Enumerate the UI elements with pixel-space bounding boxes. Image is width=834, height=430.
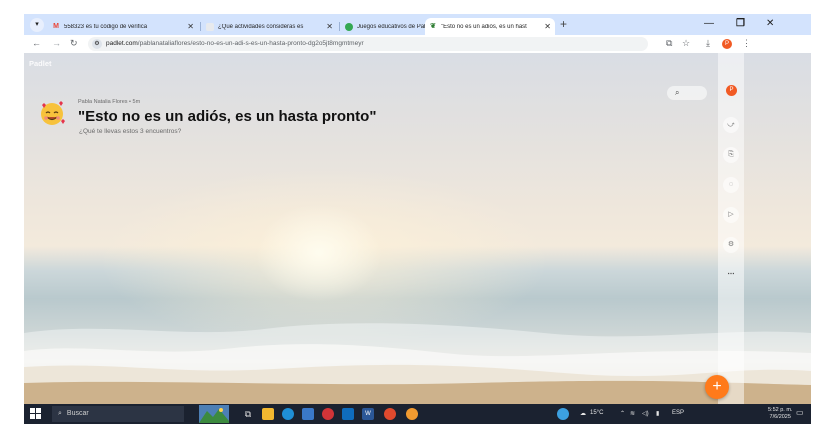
tab-title: "Esto no es un adiós, es un hast [441, 23, 527, 30]
add-post-button[interactable]: + [705, 375, 729, 399]
restore-icon[interactable]: ❐ [736, 18, 745, 29]
battery-icon[interactable]: ▮ [656, 410, 659, 417]
site-info-icon[interactable]: ⚙ [92, 39, 102, 49]
minimize-icon[interactable]: — [704, 18, 714, 29]
input-language[interactable]: ESP [672, 410, 684, 416]
mail-icon[interactable] [342, 408, 354, 420]
tab-gmail[interactable]: M 558323 es tu código de verifica ✕ [48, 18, 198, 35]
back-icon[interactable]: ← [32, 38, 41, 48]
board-search-button[interactable]: ⌕ [667, 86, 707, 100]
ocean-waves-background [24, 323, 811, 404]
forward-icon[interactable]: → [52, 38, 61, 48]
search-placeholder: Buscar [66, 410, 89, 417]
more-icon[interactable]: ⋯ [723, 267, 739, 283]
new-tab-button[interactable]: + [560, 18, 567, 30]
padlet-logo[interactable]: Padlet [29, 59, 52, 68]
close-tab-icon[interactable]: ✕ [544, 22, 551, 31]
tab-strip: ▾ M 558323 es tu código de verifica ✕ ¿Q… [24, 14, 811, 35]
document-icon [206, 22, 214, 31]
app-tray-icon[interactable] [557, 408, 569, 420]
smiling-face-hearts-avatar [41, 101, 65, 125]
url-path: /pablanataliaflores/esto-no-es-un-adi-s-… [137, 40, 364, 47]
volume-icon[interactable]: ◁) [642, 410, 649, 417]
circle-green-icon [345, 22, 353, 31]
tab-forms[interactable]: ¿Qué actividades consideras es ✕ [202, 18, 337, 35]
close-window-icon[interactable]: ✕ [766, 18, 774, 29]
close-tab-icon[interactable]: ✕ [187, 22, 194, 31]
menu-kebab-icon[interactable]: ⋮ [742, 38, 751, 49]
board-title: "Esto no es un adiós, es un hasta pronto… [78, 108, 377, 125]
padlet-icon: ❦ [430, 22, 436, 30]
tray-chevron-icon[interactable]: ⌃ [620, 410, 625, 417]
download-icon[interactable]: ⤓ [706, 38, 710, 49]
chrome-icon[interactable] [384, 408, 396, 420]
search-icon: ⌕ [675, 88, 680, 97]
padlet-board: Padlet Pabla Natalia Flores • 5m "Esto n… [24, 53, 811, 404]
file-explorer-icon[interactable] [262, 408, 274, 420]
chrome-profile-icon[interactable] [406, 408, 418, 420]
screen: ▾ M 558323 es tu código de verifica ✕ ¿Q… [24, 14, 811, 424]
board-subtitle: ¿Qué te llevas estos 3 encuentros? [79, 128, 182, 135]
settings-icon[interactable]: ⚙ [723, 237, 739, 253]
word-icon[interactable]: W [362, 408, 374, 420]
install-app-icon[interactable]: ⧉ [666, 38, 672, 49]
profile-avatar[interactable]: P [722, 39, 732, 49]
reload-icon[interactable]: ↻ [70, 38, 78, 49]
clock-date: 7/6/2025 [769, 414, 791, 420]
url-host: padlet.com [106, 40, 138, 47]
right-action-rail: P ⤻ ⎘ ◌ ▷ ⚙ ⋯ [718, 53, 744, 404]
browser-toolbar: ← → ↻ ⚙ padlet.com/pablanataliaflores/est… [24, 35, 811, 53]
search-icon: ⌕ [58, 410, 62, 417]
tab-title: ¿Qué actividades consideras es [218, 23, 304, 30]
weather-icon[interactable]: ☁ [580, 410, 586, 417]
store-icon[interactable] [302, 408, 314, 420]
app-icon[interactable] [322, 408, 334, 420]
task-view-icon[interactable]: ⧉ [242, 408, 254, 420]
clock-time: 5:52 p. m. [768, 407, 793, 413]
search-highlight-illustration-icon[interactable] [199, 405, 229, 423]
taskbar-search-input[interactable]: ⌕ Buscar [52, 406, 184, 422]
tab-search-icon[interactable]: ▾ [30, 18, 44, 32]
share-icon[interactable]: ⎘ [723, 147, 739, 163]
windows-start-icon[interactable] [30, 408, 42, 420]
user-avatar[interactable]: P [726, 85, 737, 96]
address-bar[interactable]: ⚙ padlet.com/pablanataliaflores/esto-no-e… [88, 37, 648, 51]
windows-taskbar: ⌕ Buscar ⧉ W ☁ 15°C ⌃ ≋ ◁) ▮ ESP 5:52 p. … [24, 404, 811, 424]
network-icon[interactable]: ≋ [630, 410, 635, 417]
board-author: Pabla Natalia Flores • 5m [78, 99, 141, 105]
close-tab-icon[interactable]: ✕ [326, 22, 333, 31]
taskbar-clock[interactable]: 5:52 p. m. 7/6/2025 [768, 407, 792, 421]
slideshow-icon[interactable]: ▷ [723, 207, 739, 223]
bell-icon[interactable]: ◌ [723, 177, 739, 193]
tab-padlet-active[interactable]: ❦ "Esto no es un adiós, es un hast ✕ [425, 18, 555, 35]
remake-icon[interactable]: ⤻ [723, 117, 739, 133]
weather-temperature[interactable]: 15°C [590, 410, 603, 416]
bookmark-star-icon[interactable]: ☆ [682, 38, 690, 49]
edge-icon[interactable] [282, 408, 294, 420]
gmail-icon: M [53, 22, 59, 30]
tab-title: 558323 es tu código de verifica [64, 23, 148, 30]
notifications-icon[interactable]: ▭ [796, 408, 804, 417]
